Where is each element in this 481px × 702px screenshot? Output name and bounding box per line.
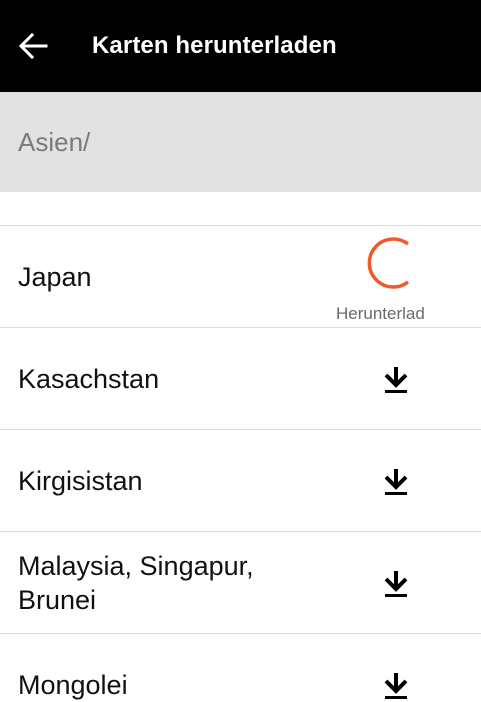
country-list: Japan Herunterlad Kasachstan Kirgisistan xyxy=(0,192,481,702)
list-item-label: Kirgisistan xyxy=(18,465,143,496)
back-button[interactable] xyxy=(18,16,72,76)
list-item-label: Malaysia, Singapur, Brunei xyxy=(18,550,254,615)
list-item-mongolei[interactable]: Mongolei xyxy=(0,634,481,702)
breadcrumb[interactable]: Asien/ xyxy=(18,127,90,158)
list-item-japan[interactable]: Japan Herunterlad xyxy=(0,226,481,328)
download-icon[interactable] xyxy=(380,567,412,599)
list-divider xyxy=(0,192,481,226)
list-item-kasachstan[interactable]: Kasachstan xyxy=(0,328,481,430)
list-item-kirgisistan[interactable]: Kirgisistan xyxy=(0,430,481,532)
list-item-malaysia-singapur-brunei[interactable]: Malaysia, Singapur, Brunei xyxy=(0,532,481,634)
breadcrumb-bar: Asien/ xyxy=(0,92,481,192)
loading-spinner-icon xyxy=(367,237,410,289)
page-title: Karten herunterladen xyxy=(92,32,337,59)
arrow-left-icon xyxy=(18,32,48,60)
top-bar: Karten herunterladen xyxy=(0,0,481,92)
list-item-label: Kasachstan xyxy=(18,363,160,394)
download-icon[interactable] xyxy=(380,669,412,701)
list-item-label: Japan xyxy=(18,261,92,292)
download-status-label: Herunterlad xyxy=(336,304,425,323)
app-screen: Karten herunterladen Asien/ Japan Herunt… xyxy=(0,0,481,702)
list-item-label: Mongolei xyxy=(18,669,128,700)
download-icon[interactable] xyxy=(380,363,412,395)
download-progress[interactable]: Herunterlad xyxy=(326,230,456,326)
download-icon[interactable] xyxy=(380,465,412,497)
